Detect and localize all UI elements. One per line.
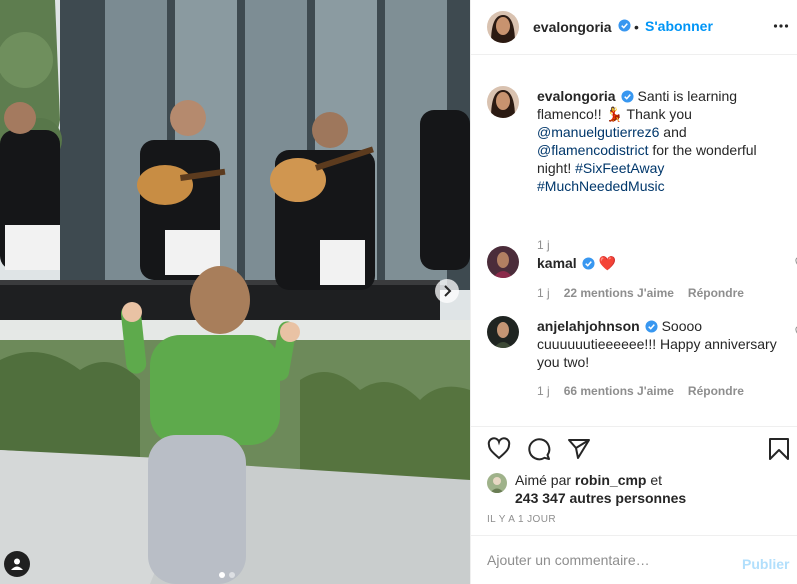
reply-button[interactable]: Répondre [688, 384, 744, 398]
liked-by-mid: et [646, 472, 663, 488]
author-avatar[interactable] [487, 11, 519, 43]
carousel-indicator [219, 572, 235, 578]
tagged-users-button[interactable] [4, 551, 30, 577]
comment-username[interactable]: kamal [537, 255, 577, 271]
comment-item: kamal ❤️ 1 j 22 mentions J'aime Répondre [487, 246, 797, 306]
mention-link[interactable]: @flamencodistrict [537, 142, 648, 158]
user-icon [11, 558, 23, 570]
follow-button[interactable]: S'abonner [645, 18, 713, 34]
separator-dot: • [634, 19, 639, 35]
like-heart-icon[interactable] [487, 437, 511, 461]
comment-username[interactable]: anjelahjohnson [537, 318, 640, 334]
share-paper-plane-icon[interactable] [567, 437, 591, 461]
liker-avatar[interactable] [487, 473, 507, 493]
author-username[interactable]: evalongoria [533, 19, 612, 35]
liked-by-prefix: Aimé par [515, 472, 575, 488]
post-timestamp[interactable]: IL Y A 1 JOUR [487, 514, 556, 525]
verified-badge-icon [582, 257, 595, 270]
verified-badge-icon [621, 90, 634, 103]
add-comment-bar: Publier [471, 535, 797, 584]
post-photo [0, 0, 470, 584]
comment-meta: 1 j 66 mentions J'aime Répondre [537, 384, 744, 398]
post-media[interactable] [0, 0, 470, 584]
comment-time[interactable]: 1 j [537, 384, 550, 398]
post-panel: evalongoria • S'abonner evalongoria Sant… [470, 0, 797, 584]
mention-link[interactable]: @manuelgutierrez6 [537, 124, 659, 140]
post-caption: evalongoria Santi is learning flamenco!!… [487, 86, 787, 252]
next-slide-button[interactable] [435, 279, 459, 303]
caption-text-part: and [659, 124, 687, 140]
other-likes-link[interactable]: 243 347 autres personnes [515, 490, 686, 506]
liker-username[interactable]: robin_cmp [575, 472, 647, 488]
verified-badge-icon [645, 320, 658, 333]
caption-username[interactable]: evalongoria [537, 88, 616, 104]
author-avatar[interactable] [487, 86, 519, 118]
commenter-avatar[interactable] [487, 316, 519, 348]
caption-text: evalongoria Santi is learning flamenco!!… [537, 87, 787, 195]
carousel-dot [229, 572, 235, 578]
comment-text: anjelahjohnson Soooo cuuuuuutieeeeee!!! … [537, 317, 787, 371]
hashtag-link[interactable]: #SixFeetAway [575, 160, 664, 176]
reply-button[interactable]: Répondre [688, 286, 744, 300]
comment-text: kamal ❤️ [537, 254, 787, 272]
chevron-right-icon [444, 285, 452, 297]
comment-body: ❤️ [598, 255, 617, 271]
bookmark-save-icon[interactable] [768, 437, 790, 461]
comment-bubble-icon[interactable] [527, 437, 551, 461]
comment-likes[interactable]: 22 mentions J'aime [564, 286, 674, 300]
carousel-dot [219, 572, 225, 578]
verified-badge-icon [618, 19, 631, 32]
commenter-avatar[interactable] [487, 246, 519, 278]
comment-meta: 1 j 22 mentions J'aime Répondre [537, 286, 744, 300]
comment-item: anjelahjohnson Soooo cuuuuuutieeeeee!!! … [487, 316, 797, 406]
comment-input[interactable] [487, 552, 727, 568]
comments-list: evalongoria Santi is learning flamenco!!… [471, 56, 797, 426]
comment-time[interactable]: 1 j [537, 286, 550, 300]
publish-button[interactable]: Publier [742, 556, 789, 572]
more-horizontal-icon[interactable] [773, 18, 789, 34]
hashtag-link[interactable]: #MuchNeededMusic [537, 178, 665, 194]
post-header: evalongoria • S'abonner [471, 0, 797, 55]
comment-likes[interactable]: 66 mentions J'aime [564, 384, 674, 398]
liked-by-text: Aimé par robin_cmp et 243 347 autres per… [515, 471, 795, 507]
